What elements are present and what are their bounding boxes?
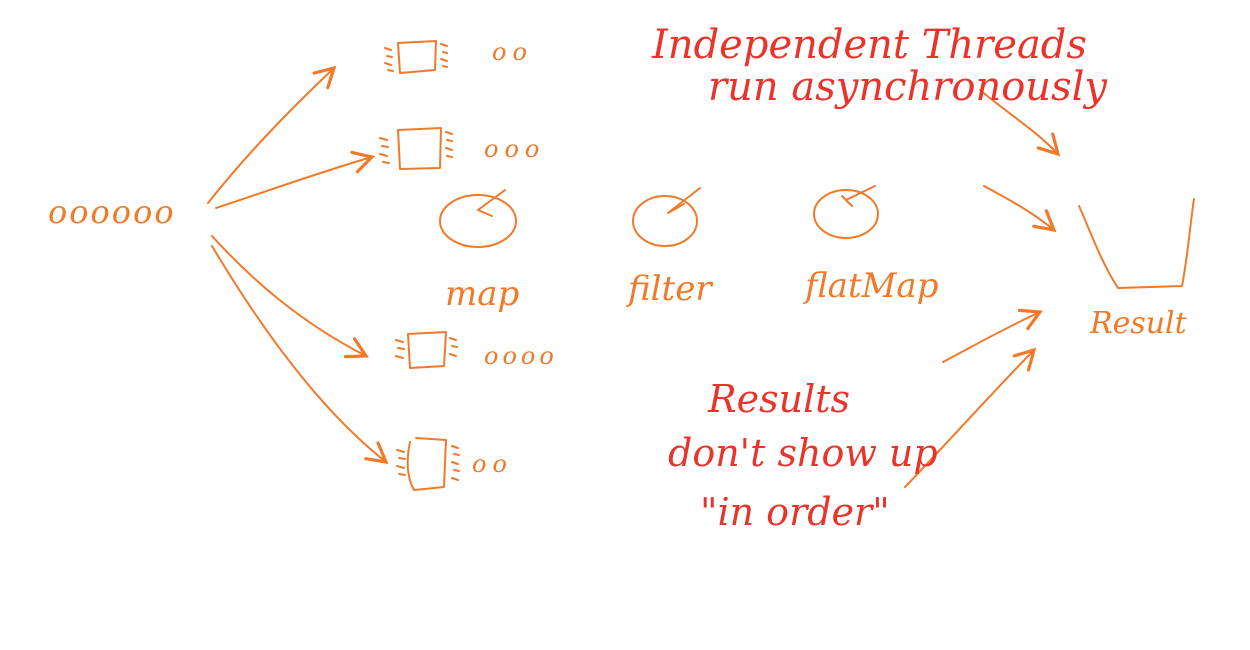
core-2: ooo [379,127,545,170]
clock-icon [632,187,701,247]
operation-label-filter: filter [625,269,713,309]
arrow-to-core-4 [211,245,389,465]
clock-icon [813,185,879,239]
result-label: Result [1089,306,1188,341]
core-4: oo [396,437,513,491]
result-bucket: Result [1078,198,1195,341]
note-results-order: Results don't show up "in order" [668,377,938,534]
cpu-chip-icon [379,127,453,170]
arrow-core-to-result [942,308,1043,363]
input-items: oooooo [48,193,176,231]
note-threads-line1: Independent Threads [651,22,1087,68]
operation-filter: filter [625,187,713,309]
core-1-items: oo [492,38,533,66]
note-independent-threads: Independent Threads run asynchronously [651,22,1108,110]
core-1: oo [384,38,533,74]
clock-icon [439,189,517,248]
cpu-chip-icon [395,331,458,369]
arrow-flatmap-to-result [983,185,1057,233]
fan-out-arrows [207,65,389,465]
core-3-items: oooo [484,342,558,370]
core-2-items: ooo [484,135,545,163]
note-results-line2: don't show up [668,431,938,475]
arrow-to-core-3 [211,235,369,359]
operation-flatmap: flatMap [802,185,938,306]
note-results-line1: Results [707,377,850,421]
core-4-items: oo [472,450,513,478]
operation-map: map [439,189,519,314]
note-results-line3: "in order" [700,490,890,534]
cpu-chip-icon [384,40,448,74]
bucket-icon [1078,198,1195,289]
operation-label-flatmap: flatMap [802,266,938,306]
note-threads-line2: run asynchronously [708,64,1108,110]
diagram-canvas: oooooo oo ooo oooo oo map filter flatMap… [48,22,1195,534]
core-3: oooo [395,331,558,370]
cpu-chip-icon [396,437,460,491]
arrow-to-core-1 [207,65,337,204]
operation-label-map: map [445,274,519,314]
